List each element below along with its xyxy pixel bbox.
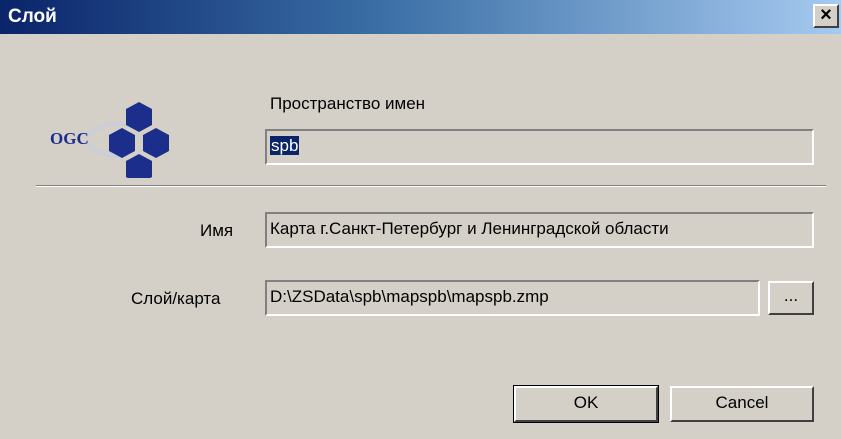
ok-button[interactable]: OK xyxy=(513,385,659,423)
close-icon: × xyxy=(820,4,832,26)
name-label: Имя xyxy=(200,221,234,240)
window-title: Слой xyxy=(8,6,57,27)
namespace-input[interactable]: spb xyxy=(265,129,814,165)
cancel-button[interactable]: Cancel xyxy=(670,386,814,422)
close-button[interactable]: × xyxy=(813,4,839,28)
ogc-logo-icon: OGC xyxy=(50,102,169,178)
name-input[interactable]: Карта г.Санкт-Петербург и Ленинградской … xyxy=(265,212,814,248)
namespace-value: spb xyxy=(270,136,300,155)
layer-path-input[interactable]: D:\ZSData\spb\mapspb\mapspb.zmp xyxy=(265,280,760,316)
title-bar: Слой × xyxy=(0,0,841,34)
layer-label: Слой/карта xyxy=(131,289,221,308)
ogc-logo-text: OGC xyxy=(50,129,89,148)
separator xyxy=(36,185,826,187)
namespace-label: Пространство имен xyxy=(270,94,426,113)
browse-button[interactable]: ... xyxy=(768,281,814,315)
